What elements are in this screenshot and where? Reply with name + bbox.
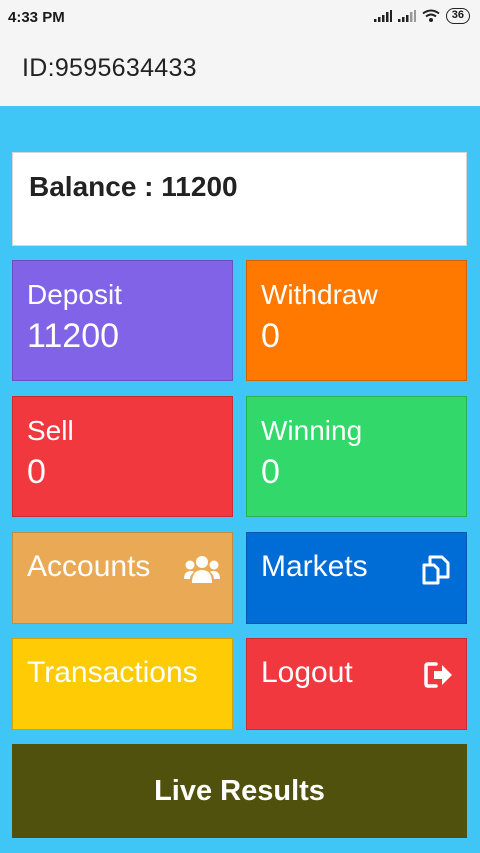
status-icons: 36 (373, 8, 470, 24)
markets-button[interactable]: Markets (246, 532, 467, 624)
sell-tile[interactable]: Sell 0 (12, 396, 233, 517)
transactions-button[interactable]: Transactions (12, 638, 233, 730)
markets-label: Markets (261, 550, 368, 583)
sell-value: 0 (27, 453, 46, 491)
sign-out-icon (424, 662, 452, 688)
logout-label: Logout (261, 656, 353, 689)
live-results-button[interactable]: Live Results (12, 744, 467, 838)
balance-text: Balance : 11200 (29, 171, 238, 202)
accounts-button[interactable]: Accounts (12, 532, 233, 624)
deposit-label: Deposit (27, 279, 122, 310)
withdraw-value: 0 (261, 317, 280, 355)
status-time: 4:33 PM (8, 9, 65, 26)
users-icon (184, 556, 220, 583)
app-header: ID:9595634433 (0, 34, 480, 106)
logout-button[interactable]: Logout (246, 638, 467, 730)
balance-card: Balance : 11200 (12, 152, 467, 246)
deposit-value: 11200 (27, 317, 120, 355)
withdraw-label: Withdraw (261, 279, 378, 310)
transactions-label: Transactions (27, 656, 198, 689)
wifi-icon (422, 9, 440, 22)
withdraw-tile[interactable]: Withdraw 0 (246, 260, 467, 381)
deposit-tile[interactable]: Deposit 11200 (12, 260, 233, 381)
accounts-label: Accounts (27, 550, 151, 583)
battery-icon: 36 (445, 8, 470, 24)
winning-tile[interactable]: Winning 0 (246, 396, 467, 517)
signal-icon-2 (397, 10, 416, 22)
status-bar: 4:33 PM 36 (0, 0, 480, 34)
live-results-label: Live Results (154, 774, 325, 807)
signal-icon (373, 10, 392, 22)
sell-label: Sell (27, 415, 74, 446)
user-id: ID:9595634433 (22, 54, 197, 82)
winning-label: Winning (261, 415, 363, 446)
copy-icon (422, 555, 450, 585)
winning-value: 0 (261, 453, 280, 491)
